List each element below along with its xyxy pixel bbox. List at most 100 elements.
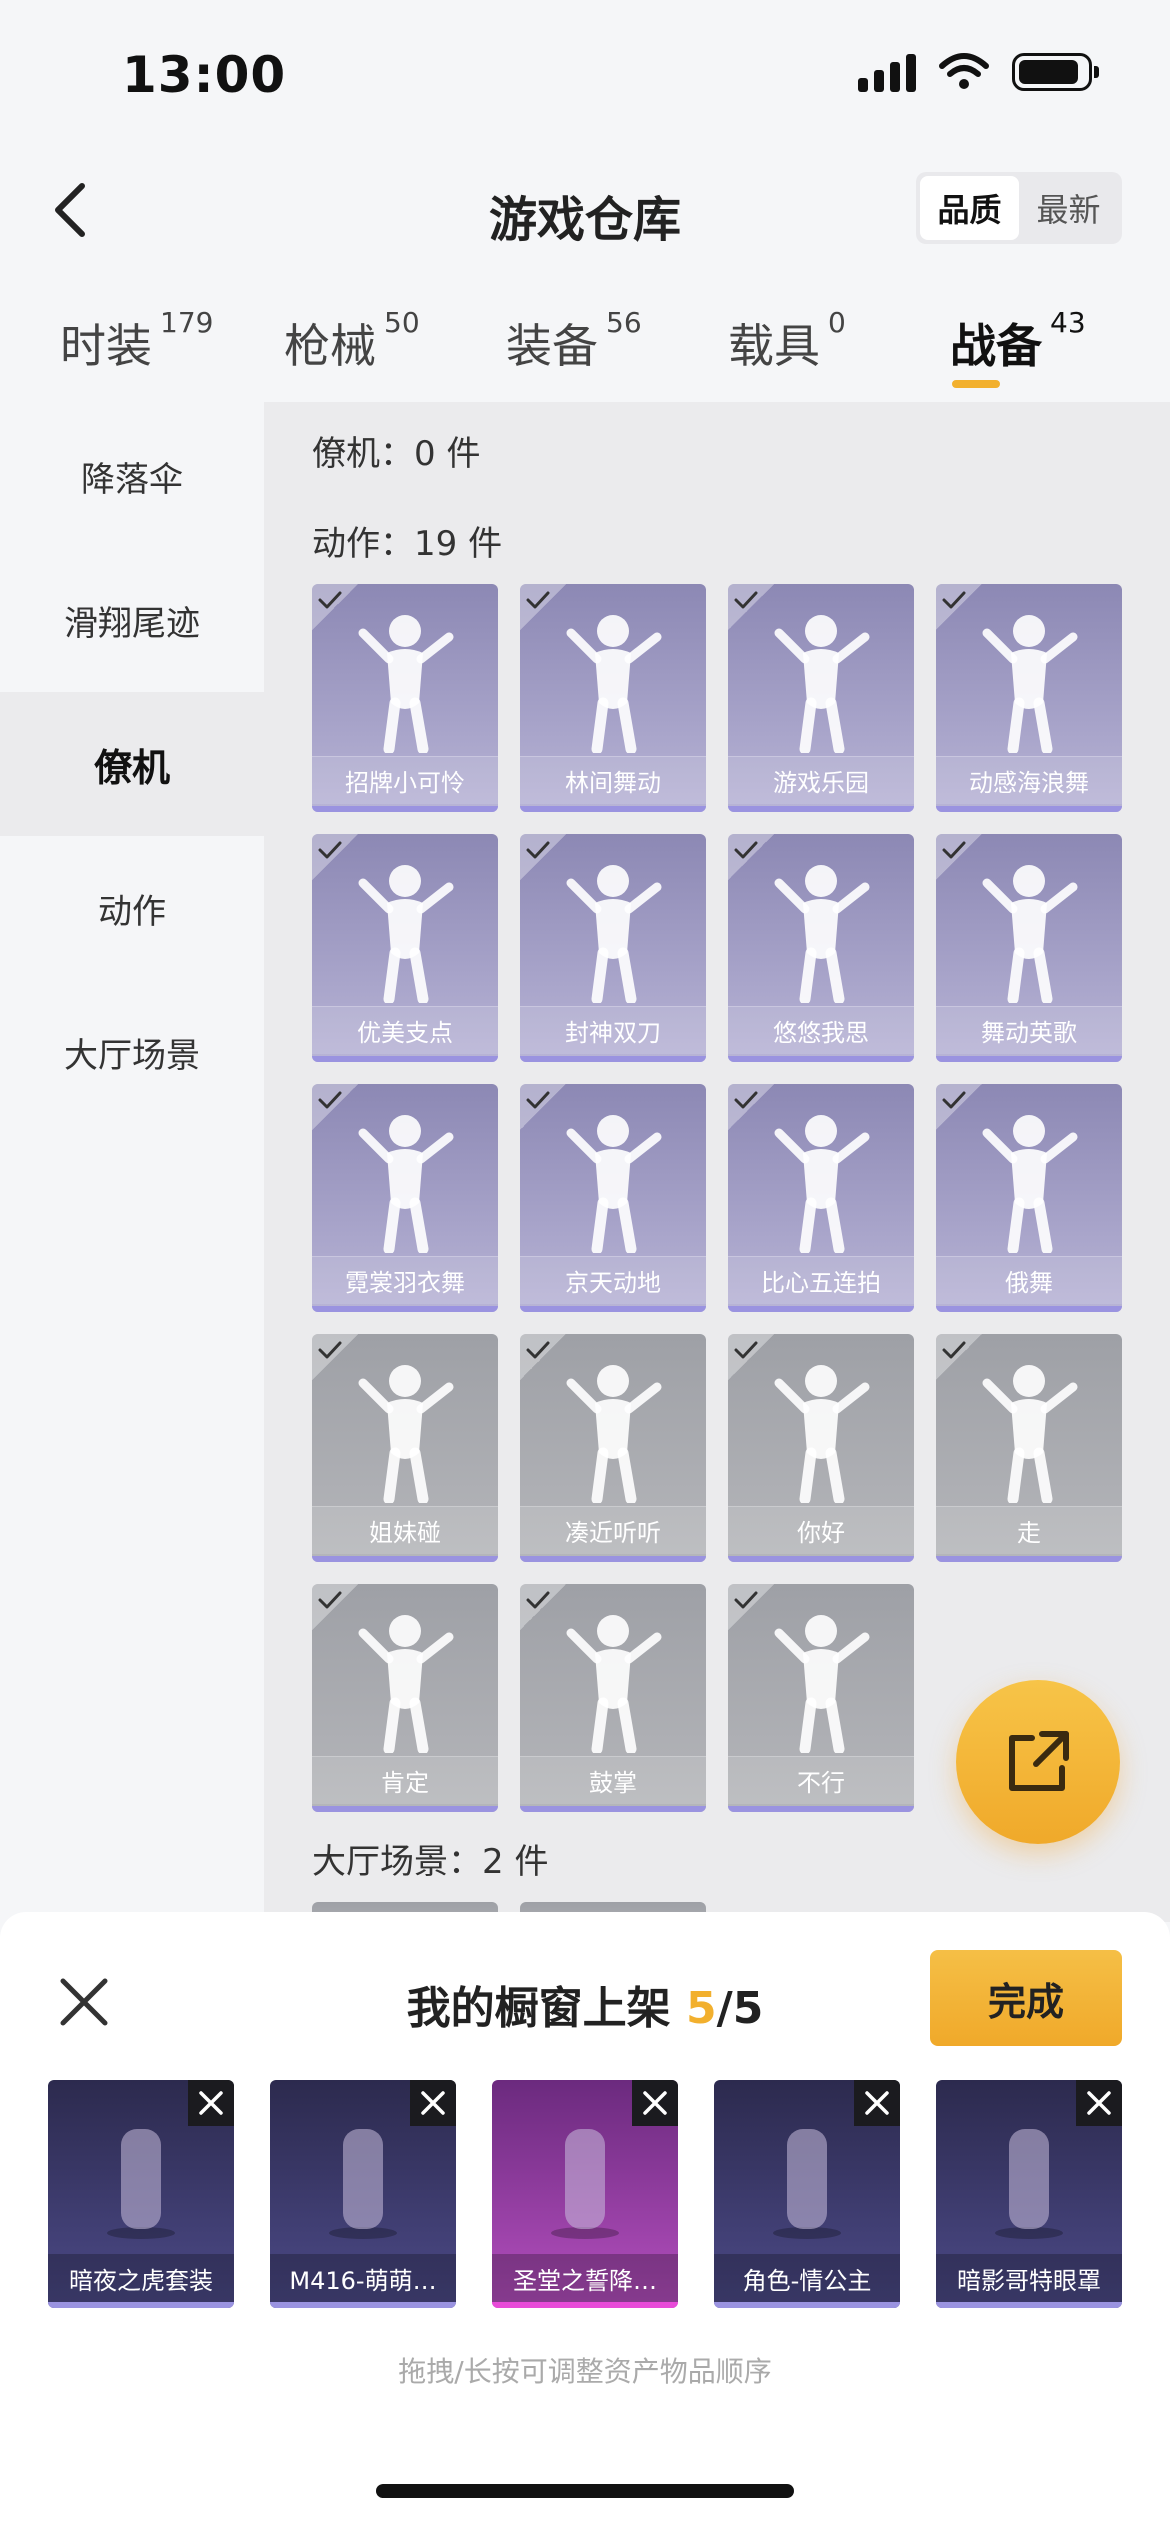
active-tab-indicator [952,380,1000,388]
rarity-bar [520,1056,706,1062]
action-item[interactable]: 舞动英歌 [936,834,1122,1062]
tab-count: 56 [606,306,642,339]
showcase-item[interactable]: 角色-情公主 [714,2080,900,2308]
action-figure-icon [728,594,914,762]
action-figure-icon [728,1594,914,1762]
action-item[interactable]: 肯定 [312,1584,498,1812]
action-item-name: 凑近听听 [520,1506,706,1554]
action-item[interactable]: 姐妹碰 [312,1334,498,1562]
action-item[interactable]: 林间舞动 [520,584,706,812]
showcase-item-name: M416-萌萌… [270,2254,456,2302]
tab-label: 枪械 [284,319,376,373]
showcase-item-name: 圣堂之誓降… [492,2254,678,2302]
sidebar-item-actions[interactable]: 动作 [0,836,264,980]
action-item-name: 比心五连拍 [728,1256,914,1304]
action-item[interactable]: 优美支点 [312,834,498,1062]
status-bar: 13:00 [0,0,1170,150]
showcase-item[interactable]: 暗夜之虎套装 [48,2080,234,2308]
tab-count: 179 [160,306,214,339]
action-figure-icon [312,594,498,762]
sidebar-item-glide-trail[interactable]: 滑翔尾迹 [0,548,264,692]
action-item-name: 招牌小可怜 [312,756,498,804]
showcase-title-text: 我的橱窗上架 [406,1983,686,2034]
sort-by-newest[interactable]: 最新 [1019,176,1118,240]
wifi-icon [939,53,989,89]
tab-guns[interactable]: 枪械 50 [284,306,420,376]
action-item[interactable]: 动感海浪舞 [936,584,1122,812]
action-figure-icon [936,594,1122,762]
action-item-name: 悠悠我思 [728,1006,914,1054]
rarity-bar [48,2302,234,2308]
action-item[interactable]: 悠悠我思 [728,834,914,1062]
action-item-name: 游戏乐园 [728,756,914,804]
action-item[interactable]: 霓裳羽衣舞 [312,1084,498,1312]
showcase-item[interactable]: 圣堂之誓降… [492,2080,678,2308]
rarity-bar [312,1306,498,1312]
action-item-name: 舞动英歌 [936,1006,1122,1054]
action-figure-icon [520,1094,706,1262]
action-item[interactable]: 封神双刀 [520,834,706,1062]
rarity-bar [728,1306,914,1312]
section-label-actions: 动作：19 件 [312,524,503,564]
rarity-bar [728,806,914,812]
home-indicator [376,2484,794,2498]
showcase-item-name: 暗影哥特眼罩 [936,2254,1122,2302]
sidebar-item-wingman[interactable]: 僚机 [0,692,264,836]
action-figure-icon [728,1344,914,1512]
share-button[interactable] [956,1680,1120,1844]
action-figure-icon [936,844,1122,1012]
rarity-bar [312,1056,498,1062]
tab-vehicles[interactable]: 载具 0 [728,306,846,376]
action-item[interactable]: 走 [936,1334,1122,1562]
tab-fashion[interactable]: 时装 179 [60,306,213,376]
sort-toggle: 品质 最新 [916,172,1122,244]
rarity-bar [270,2302,456,2308]
signal-icon [858,52,916,92]
tab-equipment[interactable]: 装备 56 [506,306,642,376]
done-button[interactable]: 完成 [930,1950,1122,2046]
rarity-bar [936,1556,1122,1562]
sidebar: 降落伞 滑翔尾迹 僚机 动作 大厅场景 [0,402,264,1922]
sidebar-item-lobby-scene[interactable]: 大厅场景 [0,980,264,1124]
action-item[interactable]: 不行 [728,1584,914,1812]
action-item-name: 鼓掌 [520,1756,706,1804]
tab-count: 50 [384,306,420,339]
rarity-bar [936,1306,1122,1312]
action-item[interactable]: 你好 [728,1334,914,1562]
rarity-bar [728,1556,914,1562]
rarity-bar [520,1306,706,1312]
item-thumbnail [48,2100,234,2260]
action-item[interactable]: 游戏乐园 [728,584,914,812]
rarity-bar [312,1806,498,1812]
action-figure-icon [312,1344,498,1512]
action-item-name: 姐妹碰 [312,1506,498,1554]
rarity-bar [728,1806,914,1812]
showcase-total: /5 [716,1983,764,2034]
action-figure-icon [936,1344,1122,1512]
showcase-item[interactable]: 暗影哥特眼罩 [936,2080,1122,2308]
nav-header: 游戏仓库 品质 最新 [0,150,1170,270]
action-item-name: 你好 [728,1506,914,1554]
tab-combat-gear[interactable]: 战备 43 [950,306,1086,376]
tab-label: 装备 [506,319,598,373]
action-item-name: 霓裳羽衣舞 [312,1256,498,1304]
action-item[interactable]: 招牌小可怜 [312,584,498,812]
rarity-bar [714,2302,900,2308]
sort-by-quality[interactable]: 品质 [920,176,1019,240]
item-thumbnail [714,2100,900,2260]
action-item[interactable]: 京天动地 [520,1084,706,1312]
tab-label: 时装 [60,319,152,373]
showcase-item[interactable]: M416-萌萌… [270,2080,456,2308]
action-item[interactable]: 比心五连拍 [728,1084,914,1312]
action-figure-icon [520,1344,706,1512]
sidebar-item-parachute[interactable]: 降落伞 [0,404,264,548]
rarity-bar [936,2302,1122,2308]
action-item-name: 肯定 [312,1756,498,1804]
action-item[interactable]: 凑近听听 [520,1334,706,1562]
rarity-bar [936,1056,1122,1062]
rarity-bar [492,2302,678,2308]
battery-icon [1012,53,1099,91]
reorder-hint: 拖拽/长按可调整资产物品顺序 [398,2355,772,2388]
action-item[interactable]: 鼓掌 [520,1584,706,1812]
action-item[interactable]: 俄舞 [936,1084,1122,1312]
